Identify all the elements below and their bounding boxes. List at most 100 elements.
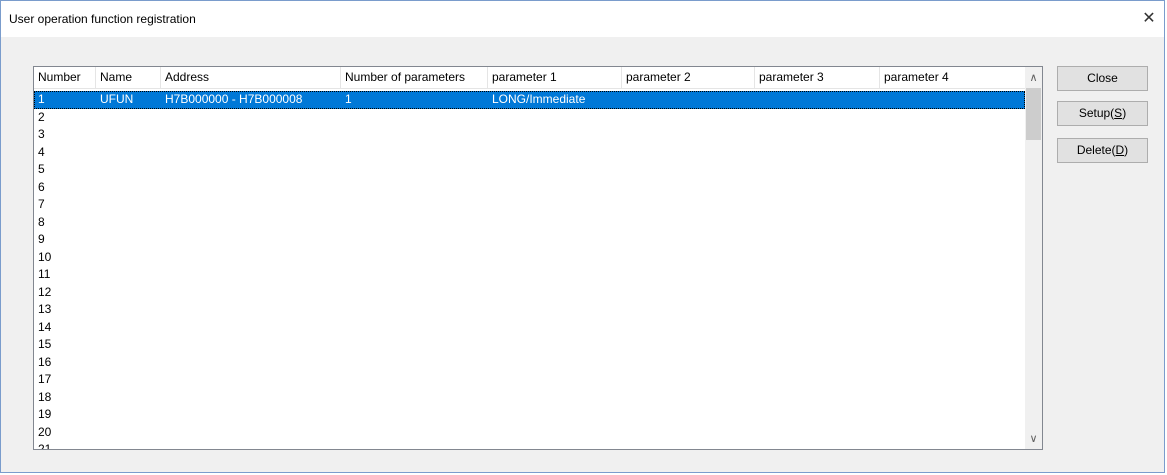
cell-parameter-2: [622, 231, 755, 249]
cell-number-of-parameters: [341, 441, 488, 449]
column-header-parameter-2[interactable]: parameter 2: [622, 67, 755, 88]
cell-parameter-4: [880, 424, 1027, 442]
cell-parameter-4: [880, 231, 1027, 249]
column-header-number-of-parameters[interactable]: Number of parameters: [341, 67, 488, 88]
cell-parameter-4: [880, 196, 1027, 214]
cell-parameter-1: [488, 284, 622, 302]
cell-parameter-2: [622, 214, 755, 232]
cell-parameter-1: [488, 126, 622, 144]
cell-parameter-3: [755, 109, 880, 127]
cell-address: [161, 109, 341, 127]
cell-parameter-2: [622, 266, 755, 284]
cell-number: 10: [38, 249, 52, 264]
cell-address: [161, 231, 341, 249]
cell-address: [161, 126, 341, 144]
table-row[interactable]: 9: [34, 231, 1025, 249]
delete-button[interactable]: Delete(D): [1057, 138, 1148, 163]
cell-parameter-2: [622, 354, 755, 372]
cell-name: [96, 109, 161, 127]
close-icon[interactable]: ✕: [1138, 7, 1160, 29]
cell-parameter-1: [488, 441, 622, 449]
table-row[interactable]: 12: [34, 284, 1025, 302]
table-row[interactable]: 15: [34, 336, 1025, 354]
table-row[interactable]: 17: [34, 371, 1025, 389]
table-row[interactable]: 3: [34, 126, 1025, 144]
cell-parameter-3: [755, 406, 880, 424]
cell-parameter-1: [488, 231, 622, 249]
column-header-parameter-1[interactable]: parameter 1: [488, 67, 622, 88]
delete-button-mnemonic: D: [1115, 143, 1125, 157]
table-row[interactable]: 7: [34, 196, 1025, 214]
cell-parameter-2: [622, 284, 755, 302]
cell-number: 14: [38, 319, 52, 334]
cell-address: [161, 371, 341, 389]
cell-number-of-parameters: [341, 231, 488, 249]
setup-button[interactable]: Setup(S): [1057, 101, 1148, 126]
table-row[interactable]: 20: [34, 424, 1025, 442]
cell-parameter-2: [622, 319, 755, 337]
cell-parameter-4: [880, 389, 1027, 407]
scroll-up-icon[interactable]: ∧: [1025, 69, 1042, 86]
cell-parameter-3: [755, 249, 880, 267]
column-header-parameter-4[interactable]: parameter 4: [880, 67, 1027, 88]
scroll-down-icon[interactable]: ∨: [1025, 430, 1042, 447]
cell-name: [96, 161, 161, 179]
cell-number-of-parameters: [341, 126, 488, 144]
table-row[interactable]: 2: [34, 109, 1025, 127]
cell-number-of-parameters: [341, 214, 488, 232]
cell-address: [161, 441, 341, 449]
cell-number-of-parameters: [341, 336, 488, 354]
cell-parameter-1: LONG/Immediate: [492, 92, 586, 106]
cell-parameter-4: [880, 266, 1027, 284]
delete-button-label: Delete(: [1076, 143, 1116, 157]
function-list[interactable]: Number Name Address Number of parameters…: [33, 66, 1043, 450]
cell-address: [161, 424, 341, 442]
cell-parameter-1: [488, 354, 622, 372]
table-row[interactable]: 6: [34, 179, 1025, 197]
column-header-name[interactable]: Name: [96, 67, 161, 88]
vertical-scrollbar[interactable]: ∧ ∨: [1025, 67, 1042, 449]
cell-parameter-2: [622, 109, 755, 127]
column-header-parameter-3[interactable]: parameter 3: [755, 67, 880, 88]
table-row[interactable]: 19: [34, 406, 1025, 424]
list-header: Number Name Address Number of parameters…: [34, 67, 1027, 89]
cell-parameter-4: [880, 441, 1027, 449]
table-row[interactable]: 18: [34, 389, 1025, 407]
cell-parameter-3: [755, 231, 880, 249]
column-header-address[interactable]: Address: [161, 67, 341, 88]
cell-number: 7: [38, 197, 45, 211]
cell-parameter-3: [755, 354, 880, 372]
cell-number-of-parameters: [341, 301, 488, 319]
close-button[interactable]: Close: [1057, 66, 1148, 91]
table-row[interactable]: 13: [34, 301, 1025, 319]
cell-number-of-parameters: [341, 196, 488, 214]
cell-number-of-parameters: [341, 144, 488, 162]
table-row[interactable]: 4: [34, 144, 1025, 162]
title-bar: User operation function registration ✕: [1, 1, 1164, 37]
table-row[interactable]: 16: [34, 354, 1025, 372]
table-row[interactable]: 11: [34, 266, 1025, 284]
cell-parameter-4: [880, 301, 1027, 319]
table-row[interactable]: 1 UFUN H7B000000 - H7B000008 1 LONG/Immediat…: [34, 91, 1025, 109]
cell-number: 13: [38, 302, 52, 316]
window-title: User operation function registration: [9, 12, 196, 26]
cell-address: H7B000000 - H7B000008: [165, 92, 303, 106]
cell-parameter-4: [880, 109, 1027, 127]
table-row[interactable]: 21: [34, 441, 1027, 450]
cell-number: 2: [38, 109, 45, 124]
scrollbar-thumb[interactable]: [1026, 88, 1041, 140]
cell-parameter-1: [488, 319, 622, 337]
table-row[interactable]: 5: [34, 161, 1025, 179]
cell-number-of-parameters: [341, 371, 488, 389]
cell-name: [96, 266, 161, 284]
cell-parameter-3: [755, 214, 880, 232]
cell-number: 21: [38, 442, 52, 450]
cell-number-of-parameters: [341, 249, 488, 267]
cell-number-of-parameters: [341, 389, 488, 407]
cell-name: UFUN: [100, 92, 134, 106]
table-row[interactable]: 8: [34, 214, 1025, 232]
table-row[interactable]: 10: [34, 249, 1025, 267]
table-row[interactable]: 14: [34, 319, 1025, 337]
column-header-number[interactable]: Number: [34, 67, 96, 88]
cell-number: 4: [38, 144, 45, 159]
